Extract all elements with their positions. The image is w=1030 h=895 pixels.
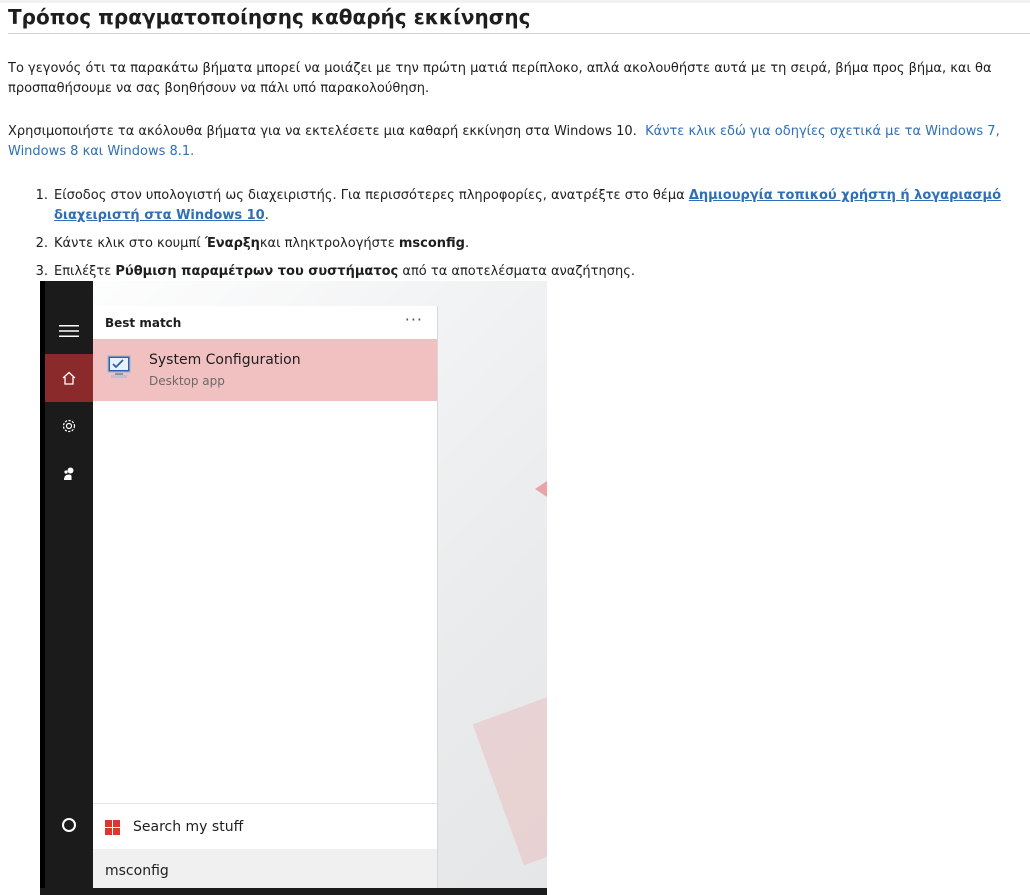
search-query-text: msconfig — [105, 863, 169, 879]
person-icon[interactable] — [45, 450, 93, 498]
msconfig-bold: msconfig — [398, 236, 465, 251]
home-icon[interactable] — [45, 354, 93, 402]
more-options-icon[interactable]: ··· — [405, 310, 423, 329]
windows-logo-icon — [105, 820, 120, 835]
step-tail: από τα αποτελέσματα αναζήτησης. — [398, 264, 635, 279]
step-text-mid: και πληκτρολογήστε — [259, 236, 399, 251]
intro-paragraph: Το γεγονός ότι τα παρακάτω βήματα μπορεί… — [8, 61, 992, 96]
step-tail: . — [465, 236, 470, 251]
instructions-paragraph: Χρησιμοποιήστε τα ακόλουθα βήματα για να… — [8, 122, 1028, 162]
step-text: Είσοδος στον υπολογιστή ως διαχειριστής.… — [54, 188, 689, 203]
result-title: System Configuration — [149, 352, 301, 368]
desktop-decor-triangle — [535, 481, 547, 497]
step-text: Επιλέξτε — [54, 264, 116, 279]
gear-icon[interactable] — [45, 402, 93, 450]
start-menu-screenshot: Best match ··· System Configuration Desk… — [40, 281, 547, 895]
step-1: 1. Είσοδος στον υπολογιστή ως διαχειριστ… — [20, 186, 1020, 226]
step-tail: . — [264, 208, 269, 223]
step-3: 3. Επιλέξτε Ρύθμιση παραμέτρων του συστή… — [20, 262, 1020, 282]
hamburger-icon[interactable] — [45, 307, 93, 355]
step-2: 2. Κάντε κλικ στο κουμπί Έναρξηκαι πληκτ… — [20, 234, 1020, 254]
search-results-panel: Best match ··· System Configuration Desk… — [93, 306, 438, 895]
step-number: 2. — [35, 236, 48, 251]
system-configuration-result[interactable]: System Configuration Desktop app — [93, 339, 437, 401]
cortana-circle-icon[interactable] — [45, 801, 93, 849]
start-bold: Έναρξη — [204, 236, 260, 251]
top-strip — [0, 0, 1030, 3]
instructions-text: Χρησιμοποιήστε τα ακόλουθα βήματα για να… — [8, 124, 637, 139]
search-my-stuff-row[interactable]: Search my stuff — [93, 803, 437, 849]
step-text: Κάντε κλικ στο κουμπί — [54, 236, 205, 251]
step-number: 3. — [35, 264, 48, 279]
start-rail — [40, 281, 93, 895]
page-title: Τρόπος πραγματοποίησης καθαρής εκκίνησης — [8, 4, 1030, 34]
step-number: 1. — [35, 188, 48, 203]
search-my-stuff-label: Search my stuff — [133, 819, 244, 835]
system-config-bold: Ρύθμιση παραμέτρων του συστήματος — [115, 264, 399, 279]
steps-list: 1. Είσοδος στον υπολογιστή ως διαχειριστ… — [20, 186, 1020, 290]
result-subtitle: Desktop app — [149, 374, 225, 388]
taskbar-edge — [40, 888, 547, 895]
system-config-icon — [107, 355, 131, 378]
best-match-heading: Best match — [105, 316, 182, 330]
